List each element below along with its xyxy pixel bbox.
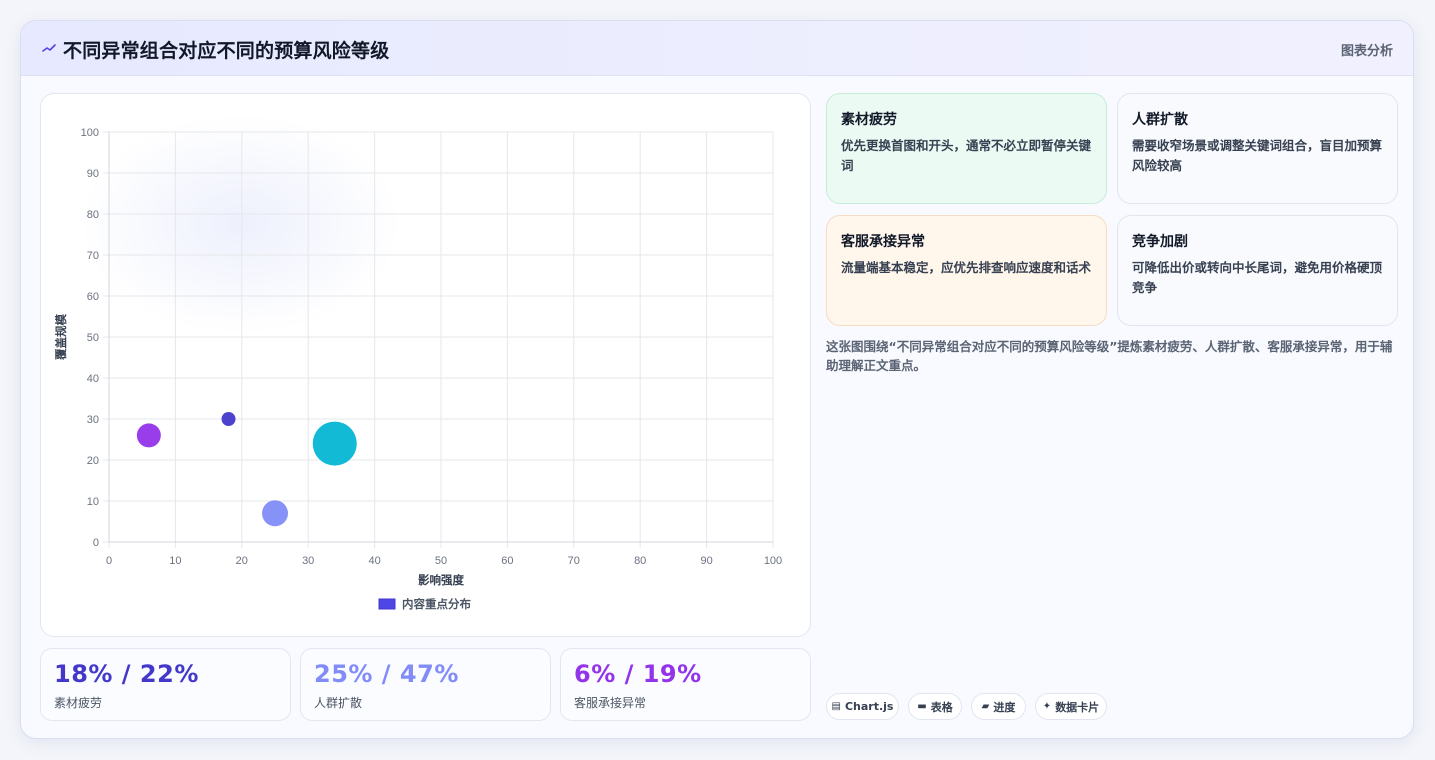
x-tick-label: 90	[700, 555, 712, 567]
bubble-point	[262, 500, 288, 527]
y-tick-label: 100	[81, 127, 99, 139]
legend-swatch	[378, 598, 396, 610]
y-tick-label: 40	[87, 373, 99, 385]
legend-label: 内容重点分布	[402, 597, 471, 611]
main-card: 不同异常组合对应不同的预算风险等级 图表分析 0 10 20 30 40 50 60 70 80…	[20, 20, 1414, 739]
y-tick-label: 30	[87, 414, 99, 426]
x-tick-label: 80	[634, 555, 646, 567]
tag-label: 数据卡片	[1055, 700, 1100, 714]
y-tick-label: 60	[87, 291, 99, 303]
x-tick-label: 20	[236, 555, 248, 567]
x-tick-label: 40	[368, 555, 380, 567]
card-header: 不同异常组合对应不同的预算风险等级 图表分析	[21, 21, 1413, 76]
bubble-chart: 0 10 20 30 40 50 60 70 80 90 100 0 10 20 30 40 50 60 70 80 9…	[54, 127, 782, 611]
y-tick-label: 70	[87, 250, 99, 262]
stat-label: 客服承接异常	[574, 696, 647, 710]
stat-label: 人群扩散	[314, 696, 363, 710]
x-tick-label: 10	[169, 555, 181, 567]
stat-value: 6% / 19%	[574, 660, 702, 688]
y-axis-title: 覆盖规模	[54, 314, 68, 360]
tag-label: 表格	[930, 700, 953, 714]
info-card-competition: 竞争加剧 可降低出价或转向中长尾词，避免用价格硬顶竞争	[1117, 215, 1398, 326]
chart-panel: 0 10 20 30 40 50 60 70 80 90 100 0 10 20 30 40 50 60 70 80 9…	[40, 93, 811, 637]
info-card-title: 人群扩散	[1132, 112, 1188, 128]
x-tick-label: 50	[435, 555, 447, 567]
progress-icon: ▰	[981, 701, 990, 712]
info-card-title: 竞争加剧	[1132, 234, 1188, 250]
y-tick-label: 10	[87, 496, 99, 508]
tag-label: Chart.js	[844, 700, 894, 713]
info-card-desc: 可降低出价或转向中长尾词，避免用价格硬顶竞争	[1132, 260, 1383, 295]
info-card-audience-spread: 人群扩散 需要收窄场景或调整关键词组合，盲目加预算风险较高	[1117, 93, 1398, 204]
info-card-title: 素材疲劳	[841, 112, 897, 128]
bubble-point	[221, 412, 236, 426]
info-card-desc: 流量端基本稳定，应优先排查响应速度和话术	[841, 260, 1092, 275]
tag-table[interactable]: ▬ 表格	[908, 693, 962, 720]
header-tag: 图表分析	[1340, 44, 1393, 59]
stat-card-audience-spread: 25% / 47% 人群扩散	[300, 648, 551, 721]
stat-label: 素材疲劳	[54, 696, 103, 710]
stat-card-material-fatigue: 18% / 22% 素材疲劳	[40, 648, 291, 721]
chart-line-icon	[42, 44, 56, 52]
y-tick-label: 0	[93, 537, 99, 549]
bubble-point	[312, 421, 357, 466]
y-tick-label: 20	[87, 455, 99, 467]
summary-text: 这张图围绕“不同异常组合对应不同的预算风险等级”提炼素材疲劳、人群扩散、客服承接…	[826, 339, 1393, 373]
x-tick-label: 0	[106, 555, 112, 567]
y-tick-label: 50	[87, 332, 99, 344]
bubble-point	[136, 423, 161, 448]
tag-label: 进度	[993, 700, 1016, 714]
chart-icon: ▤	[831, 701, 841, 712]
info-card-service-anomaly: 客服承接异常 流量端基本稳定，应优先排查响应速度和话术	[826, 215, 1107, 326]
info-card-title: 客服承接异常	[841, 234, 925, 250]
page-title: 不同异常组合对应不同的预算风险等级	[63, 40, 390, 62]
x-tick-label: 70	[568, 555, 580, 567]
tag-progress[interactable]: ▰ 进度	[971, 693, 1026, 720]
stat-card-service-anomaly: 6% / 19% 客服承接异常	[560, 648, 811, 721]
tag-chartjs[interactable]: ▤ Chart.js	[826, 693, 899, 720]
y-tick-label: 90	[87, 168, 99, 180]
x-tick-label: 100	[764, 555, 782, 567]
info-card-desc: 需要收窄场景或调整关键词组合，盲目加预算风险较高	[1132, 138, 1383, 173]
x-axis-title: 影响强度	[418, 573, 464, 587]
stat-value: 18% / 22%	[54, 660, 199, 688]
x-tick-label: 30	[302, 555, 314, 567]
y-tick-label: 80	[87, 209, 99, 221]
tag-data-card[interactable]: ✦ 数据卡片	[1035, 693, 1107, 720]
info-card-desc: 优先更换首图和开头，通常不必立即暂停关键词	[841, 138, 1092, 173]
stat-value: 25% / 47%	[314, 660, 459, 688]
sparkle-icon: ✦	[1042, 701, 1052, 712]
x-tick-label: 60	[501, 555, 513, 567]
info-card-material-fatigue: 素材疲劳 优先更换首图和开头，通常不必立即暂停关键词	[826, 93, 1107, 204]
table-icon: ▬	[917, 701, 927, 712]
